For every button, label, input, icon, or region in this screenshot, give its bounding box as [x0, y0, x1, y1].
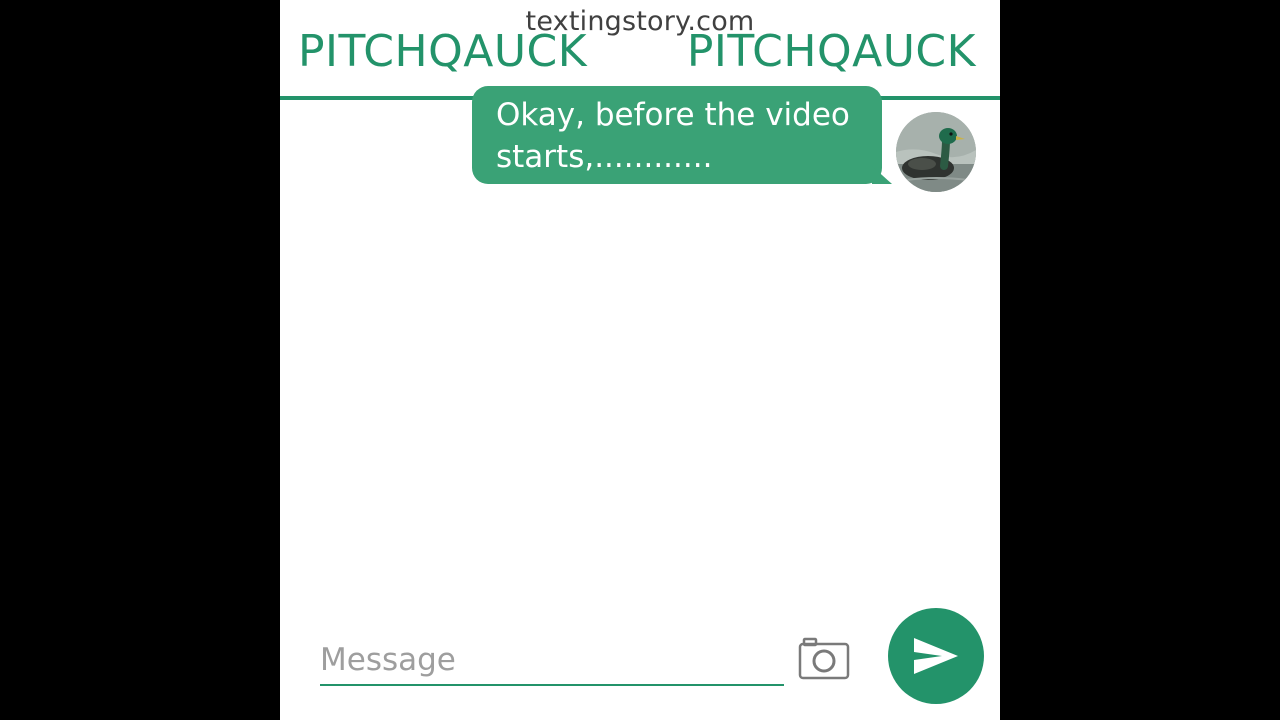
watermark: textingstory.com — [525, 6, 755, 37]
camera-icon[interactable] — [798, 636, 852, 682]
duck-avatar-image — [896, 112, 976, 192]
send-button[interactable] — [888, 608, 984, 704]
message-list[interactable]: Okay, before the video starts,..........… — [280, 86, 1000, 600]
duck-avatar-icon[interactable] — [896, 112, 976, 192]
composer-bar — [280, 600, 1000, 720]
message-bubble[interactable]: Okay, before the video starts,..........… — [472, 86, 882, 184]
chat-header: PITCHQAUCK PITCHQAUCK textingstory.com — [280, 0, 1000, 100]
message-input[interactable] — [320, 636, 784, 686]
bubble-tail — [872, 166, 892, 184]
send-icon — [914, 638, 958, 674]
chat-screen: PITCHQAUCK PITCHQAUCK textingstory.com O… — [280, 0, 1000, 720]
